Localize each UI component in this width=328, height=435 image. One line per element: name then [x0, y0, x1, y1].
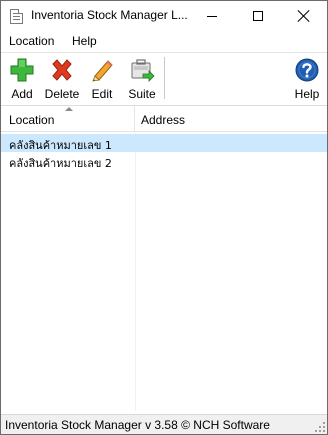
location-list[interactable]: Location Address คลังสินค้าหมายเลข 1 คลั… — [1, 105, 327, 411]
table-row[interactable]: คลังสินค้าหมายเลข 1 — [1, 134, 327, 152]
delete-button[interactable]: Delete — [44, 57, 80, 103]
maximize-icon — [253, 11, 263, 21]
edit-button[interactable]: Edit — [88, 57, 116, 103]
menu-bar: Location Help — [1, 31, 327, 52]
column-header-address[interactable]: Address — [135, 106, 327, 131]
menu-help[interactable]: Help — [72, 34, 97, 48]
minimize-icon — [207, 15, 217, 17]
toolbar-separator — [164, 57, 165, 99]
column-header-address-label: Address — [141, 113, 186, 127]
delete-label: Delete — [44, 87, 80, 101]
pencil-icon — [92, 60, 113, 82]
location-cell: คลังสินค้าหมายเลข 2 — [9, 157, 112, 170]
close-button[interactable] — [281, 1, 327, 31]
resize-grip[interactable] — [315, 422, 325, 432]
column-divider — [135, 132, 136, 411]
title-bar[interactable]: Inventoria Stock Manager L... — [1, 1, 327, 31]
status-bar: Inventoria Stock Manager v 3.58 © NCH So… — [1, 414, 327, 434]
add-label: Add — [11, 87, 33, 101]
document-icon — [10, 9, 23, 24]
list-header: Location Address — [1, 106, 327, 132]
maximize-button[interactable] — [235, 1, 281, 31]
menu-location[interactable]: Location — [9, 34, 54, 48]
help-label: Help — [294, 87, 320, 101]
edit-label: Edit — [91, 87, 113, 101]
list-body[interactable]: คลังสินค้าหมายเลข 1 คลังสินค้าหมายเลข 2 — [1, 132, 327, 411]
table-row[interactable]: คลังสินค้าหมายเลข 2 — [1, 152, 327, 170]
suite-icon — [131, 59, 155, 82]
add-button[interactable]: Add — [7, 57, 37, 103]
sort-ascending-icon — [65, 107, 73, 111]
column-header-location-label: Location — [9, 113, 55, 127]
help-button[interactable]: Help — [292, 57, 322, 103]
minimize-button[interactable] — [189, 1, 235, 31]
toolbar: Add Delete Edit Suite Help — [1, 52, 327, 102]
column-header-location[interactable]: Location — [1, 106, 135, 131]
plus-icon — [10, 58, 34, 82]
close-icon — [298, 10, 310, 22]
status-text: Inventoria Stock Manager v 3.58 © NCH So… — [5, 418, 270, 432]
suite-button[interactable]: Suite — [127, 57, 157, 103]
app-window: Inventoria Stock Manager L... Location H… — [0, 0, 328, 435]
suite-label: Suite — [128, 87, 156, 101]
window-title: Inventoria Stock Manager L... — [31, 8, 188, 22]
x-icon — [52, 59, 72, 81]
help-icon — [295, 58, 319, 82]
